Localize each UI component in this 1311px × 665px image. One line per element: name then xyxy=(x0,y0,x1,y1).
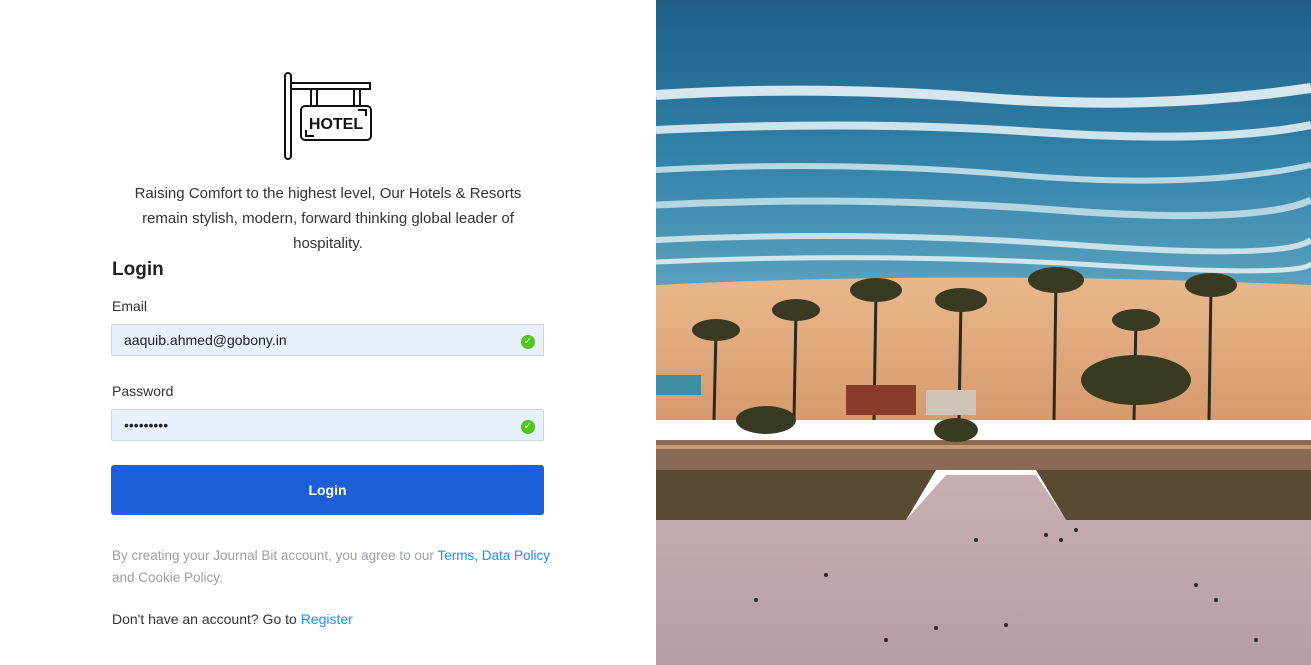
terms-link[interactable]: Terms xyxy=(437,548,474,563)
password-field[interactable]: ••••••••• ✓ xyxy=(111,409,544,441)
data-policy-link[interactable]: Data Policy xyxy=(482,548,550,563)
terms-prefix: By creating your Journal Bit account, yo… xyxy=(112,548,438,563)
tagline: Raising Comfort to the highest level, Ou… xyxy=(134,185,522,252)
register-prefix: Don't have an account? Go to xyxy=(112,611,301,627)
register-link[interactable]: Register xyxy=(301,611,353,627)
hotel-sign-graphic: HOTEL xyxy=(284,72,372,160)
hero-scene xyxy=(656,0,1311,665)
password-label: Password xyxy=(112,383,174,399)
terms-separator: , xyxy=(474,548,482,563)
login-button[interactable]: Login xyxy=(111,465,544,515)
beach-aerial-photo xyxy=(656,0,1311,665)
valid-check-icon: ✓ xyxy=(521,335,535,349)
valid-check-icon: ✓ xyxy=(521,420,535,434)
login-title: Login xyxy=(112,259,164,280)
register-text: Don't have an account? Go to Register xyxy=(112,611,353,627)
hotel-sign-icon: HOTEL xyxy=(280,70,374,162)
email-value: aaquib.ahmed@gobony.in xyxy=(124,332,287,348)
password-value: ••••••••• xyxy=(124,417,169,433)
email-label: Email xyxy=(112,298,148,314)
email-field[interactable]: aaquib.ahmed@gobony.in ✓ xyxy=(111,324,544,356)
terms-text: By creating your Journal Bit account, yo… xyxy=(112,545,552,589)
logo-text: HOTEL xyxy=(309,116,363,133)
login-panel: HOTEL Raising Comfort to the highest lev… xyxy=(0,0,656,665)
terms-suffix: and Cookie Policy. xyxy=(112,570,223,585)
